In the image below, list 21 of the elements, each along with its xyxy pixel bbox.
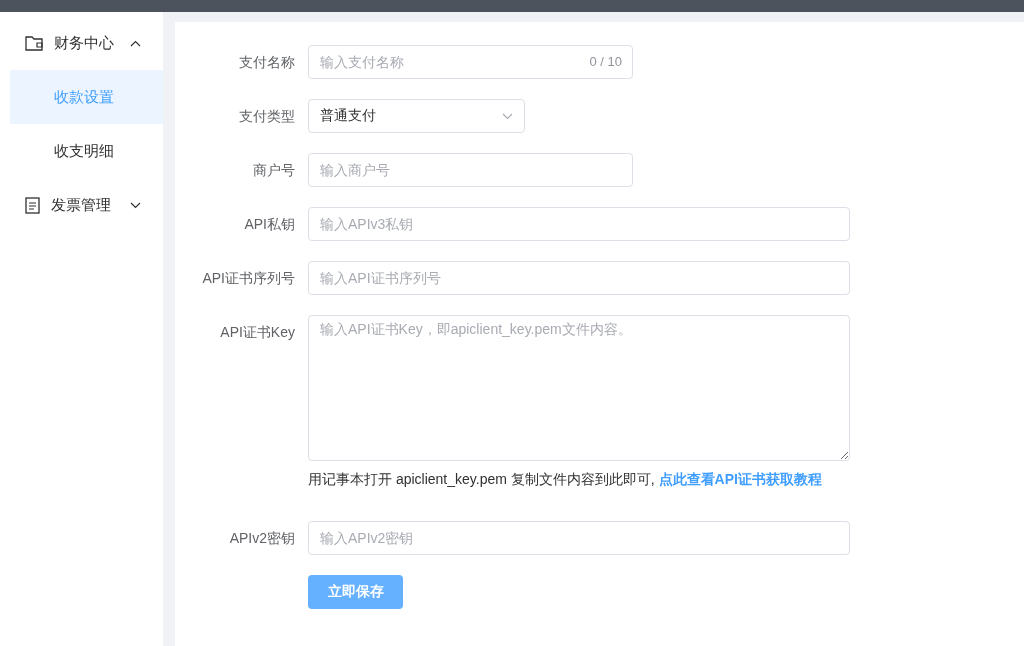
text-field[interactable]: 输入APIv2密钥 xyxy=(308,521,850,555)
text-area[interactable]: 输入API证书Key，即apiclient_key.pem文件内容。 xyxy=(308,315,850,461)
select-field[interactable]: 普通支付 xyxy=(308,99,525,133)
field-label: API证书Key xyxy=(219,323,296,342)
field-label: API私钥 xyxy=(243,215,296,234)
field-label: 支付类型 xyxy=(238,107,296,126)
field-label: API证书序列号 xyxy=(201,269,296,288)
field-label: APIv2密钥 xyxy=(228,529,296,548)
field-label: 支付名称 xyxy=(238,53,296,72)
document-icon xyxy=(25,196,40,214)
menu-item[interactable]: 财务中心 xyxy=(0,16,163,70)
hint-text: 用记事本打开 apiclient_key.pem 复制文件内容到此即可, 点此查看API证书获取教程 xyxy=(308,471,823,489)
folder-icon xyxy=(25,35,43,51)
text-field[interactable]: 输入API证书序列号 xyxy=(308,261,850,295)
text-field[interactable]: 输入商户号 xyxy=(308,153,633,187)
submenu-item[interactable]: 收支明细 xyxy=(10,124,163,178)
character-counter: 0 / 10 xyxy=(589,54,622,69)
chevron-down-icon xyxy=(502,112,513,120)
menu-item[interactable]: 发票管理 xyxy=(0,178,163,232)
field-label: 商户号 xyxy=(252,161,296,180)
text-field[interactable]: 输入APIv3私钥 xyxy=(308,207,850,241)
